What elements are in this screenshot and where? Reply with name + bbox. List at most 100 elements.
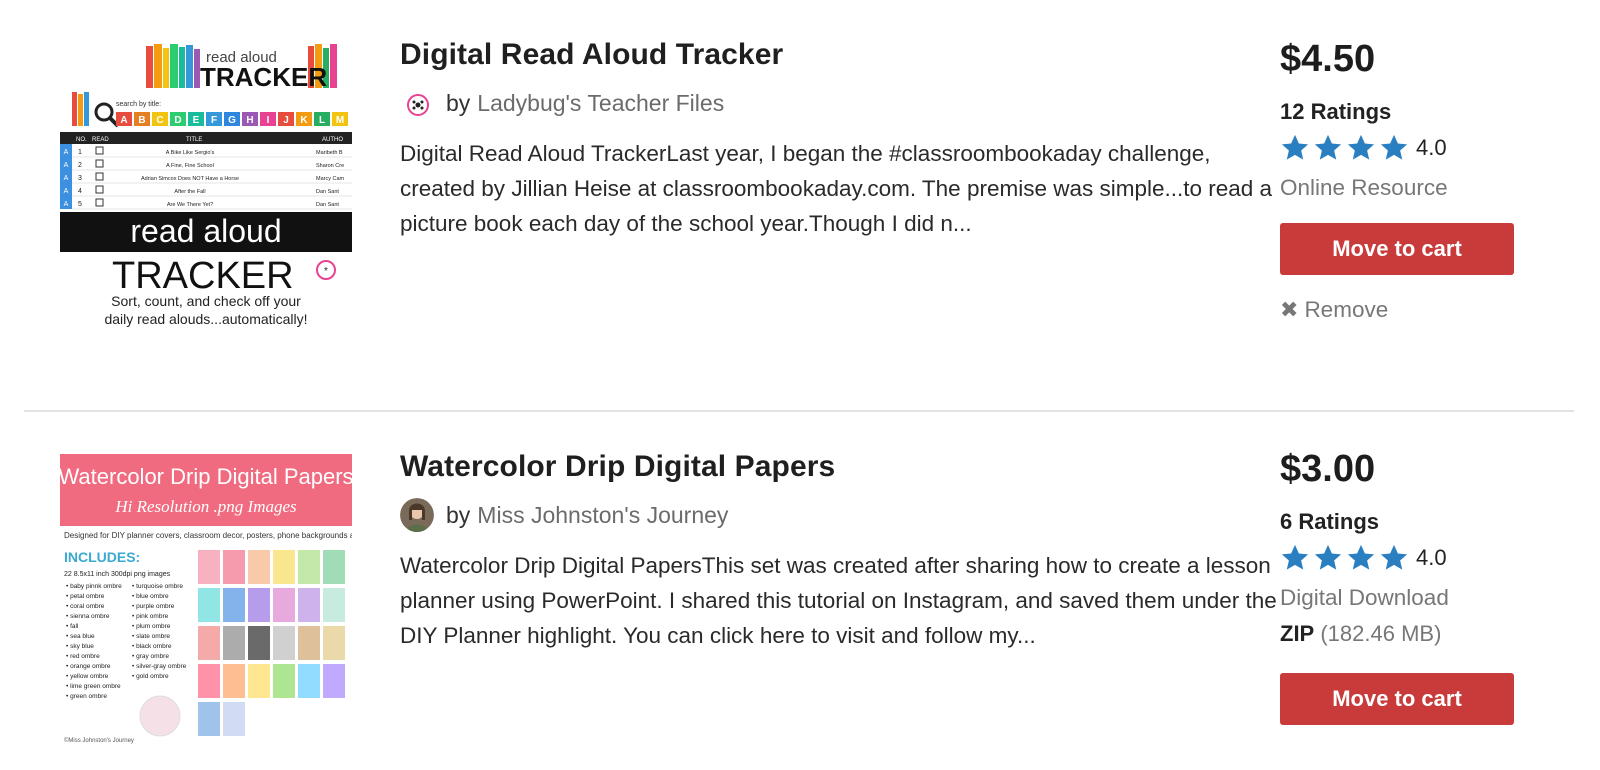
- svg-text:NO.: NO.: [76, 137, 87, 143]
- product-thumbnail[interactable]: Watercolor Drip Digital Papers Hi Resolu…: [60, 454, 352, 746]
- ratings-count[interactable]: 12 Ratings: [1280, 99, 1520, 125]
- letter-tab: A: [120, 115, 127, 126]
- svg-text:• lime green ombre: • lime green ombre: [66, 683, 121, 690]
- move-to-cart-button[interactable]: Move to cart: [1280, 223, 1514, 275]
- letter-tab: J: [283, 115, 289, 126]
- letter-tab: K: [300, 115, 308, 126]
- remove-button[interactable]: ✖ Remove: [1280, 297, 1520, 323]
- star-icon: [1346, 133, 1376, 163]
- read-aloud-tracker-cover: read aloud TRACKER search by title: ABCD…: [60, 44, 352, 327]
- product-description: Watercolor Drip Digital PapersThis set w…: [400, 553, 1277, 648]
- letter-tab: B: [138, 115, 145, 126]
- svg-text:A: A: [64, 201, 69, 208]
- svg-text:• plum ombre: • plum ombre: [132, 623, 171, 630]
- svg-text:A: A: [64, 162, 69, 169]
- item-info: Digital Read Aloud Tracker by Ladybug's …: [400, 38, 1272, 241]
- svg-text:Are We There Yet?: Are We There Yet?: [167, 202, 213, 208]
- svg-text:Dan Sant: Dan Sant: [316, 202, 339, 208]
- resource-type: Online Resource: [1280, 175, 1448, 200]
- svg-text:22 8.5x11 inch 300dpi png imag: 22 8.5x11 inch 300dpi png images: [64, 571, 171, 578]
- svg-text:Sort, count, and check off you: Sort, count, and check off your: [111, 293, 301, 309]
- svg-text:• turquoise ombre: • turquoise ombre: [132, 583, 183, 590]
- svg-text:• black ombre: • black ombre: [132, 643, 172, 650]
- svg-text:©Miss Johnston's Journey: ©Miss Johnston's Journey: [64, 737, 134, 744]
- svg-text:1: 1: [78, 149, 82, 156]
- svg-text:• pink ombre: • pink ombre: [132, 613, 169, 620]
- svg-text:Sharon Cre: Sharon Cre: [316, 163, 344, 169]
- svg-text:TRACKER: TRACKER: [112, 255, 294, 297]
- cart-item: read aloud TRACKER search by title: ABCD…: [24, 0, 1574, 410]
- svg-text:AUTHO: AUTHO: [322, 137, 343, 143]
- svg-text:• slate ombre: • slate ombre: [132, 633, 170, 640]
- svg-text:A: A: [64, 188, 69, 195]
- star-icon: [1280, 543, 1310, 573]
- svg-text:*: *: [324, 266, 328, 277]
- product-title[interactable]: Watercolor Drip Digital Papers: [400, 450, 1270, 484]
- product-description: Digital Read Aloud TrackerLast year, I b…: [400, 141, 1273, 236]
- svg-text:2: 2: [78, 162, 82, 169]
- star-icon: [1379, 133, 1409, 163]
- svg-text:• orange ombre: • orange ombre: [66, 663, 111, 670]
- letter-tab: M: [336, 115, 344, 126]
- file-type: ZIP: [1280, 621, 1315, 646]
- seller-link[interactable]: Miss Johnston's Journey: [477, 502, 728, 529]
- svg-text:• coral ombre: • coral ombre: [66, 603, 105, 610]
- svg-text:A Fine, Fine School: A Fine, Fine School: [166, 163, 214, 169]
- svg-text:read aloud: read aloud: [130, 213, 281, 249]
- resource-type: Digital Download: [1280, 585, 1449, 610]
- seller-photo-icon: [400, 498, 434, 532]
- by-label: by: [446, 89, 471, 116]
- product-thumbnail[interactable]: read aloud TRACKER search by title: ABCD…: [60, 40, 352, 332]
- close-icon: ✖: [1280, 297, 1299, 322]
- svg-text:• blue ombre: • blue ombre: [132, 593, 169, 600]
- purchase-panel: $4.50 12 Ratings 4.0 Online Resource Mov…: [1280, 38, 1520, 323]
- svg-text:• gold ombre: • gold ombre: [132, 673, 169, 680]
- remove-label: Remove: [1304, 297, 1389, 322]
- svg-text:A Bike Like Sergio's: A Bike Like Sergio's: [166, 150, 215, 156]
- by-label: by: [446, 501, 471, 528]
- svg-text:Adrian Simcox Does NOT Have a: Adrian Simcox Does NOT Have a Horse: [141, 176, 239, 182]
- letter-tab: H: [246, 115, 253, 126]
- ratings-count[interactable]: 6 Ratings: [1280, 509, 1520, 535]
- svg-text:After the Fall: After the Fall: [174, 189, 205, 195]
- rating-value: 4.0: [1416, 135, 1447, 160]
- star-icon: [1313, 133, 1343, 163]
- letter-tab: I: [267, 115, 270, 126]
- svg-text:TRACKER: TRACKER: [200, 62, 327, 92]
- product-title[interactable]: Digital Read Aloud Tracker: [400, 38, 1270, 72]
- svg-text:Dan Sant: Dan Sant: [316, 189, 339, 195]
- svg-text:• green ombre: • green ombre: [66, 693, 107, 700]
- svg-text:daily read alouds...automatica: daily read alouds...automatically!: [104, 311, 307, 327]
- letter-tab: F: [211, 115, 217, 126]
- price: $3.00: [1280, 448, 1376, 490]
- svg-text:Hi Resolution .png Images: Hi Resolution .png Images: [114, 497, 297, 516]
- star-icon: [1313, 543, 1343, 573]
- seller-byline: by Miss Johnston's Journey: [400, 498, 1270, 532]
- svg-text:4: 4: [78, 188, 82, 195]
- cart-item: Watercolor Drip Digital Papers Hi Resolu…: [24, 412, 1574, 770]
- svg-text:Designed for DIY planner cover: Designed for DIY planner covers, classro…: [64, 531, 352, 540]
- svg-text:Maribeth B: Maribeth B: [316, 150, 343, 156]
- svg-text:• red ombre: • red ombre: [66, 653, 100, 660]
- svg-text:• purple ombre: • purple ombre: [132, 603, 175, 610]
- file-size: (182.46 MB): [1320, 621, 1442, 646]
- svg-text:• petal ombre: • petal ombre: [66, 593, 105, 600]
- letter-tab: G: [228, 115, 236, 126]
- move-to-cart-button[interactable]: Move to cart: [1280, 673, 1514, 725]
- svg-text:search by title:: search by title:: [116, 101, 161, 108]
- watercolor-papers-cover: Watercolor Drip Digital Papers Hi Resolu…: [60, 454, 352, 744]
- svg-text:A: A: [64, 175, 69, 182]
- svg-text:TITLE: TITLE: [186, 137, 202, 143]
- star-rating: 4.0: [1280, 133, 1520, 163]
- seller-link[interactable]: Ladybug's Teacher Files: [477, 90, 724, 117]
- file-info: ZIP (182.46 MB): [1280, 621, 1520, 647]
- ladybug-icon: [401, 87, 433, 119]
- svg-text:• baby pinnk ombre: • baby pinnk ombre: [66, 583, 122, 590]
- svg-text:• sky blue: • sky blue: [66, 643, 94, 650]
- star-rating: 4.0: [1280, 543, 1520, 573]
- letter-tab: L: [319, 115, 325, 126]
- rating-value: 4.0: [1416, 545, 1447, 570]
- seller-avatar[interactable]: [400, 498, 434, 532]
- seller-avatar[interactable]: [400, 86, 434, 120]
- svg-text:A: A: [64, 149, 69, 156]
